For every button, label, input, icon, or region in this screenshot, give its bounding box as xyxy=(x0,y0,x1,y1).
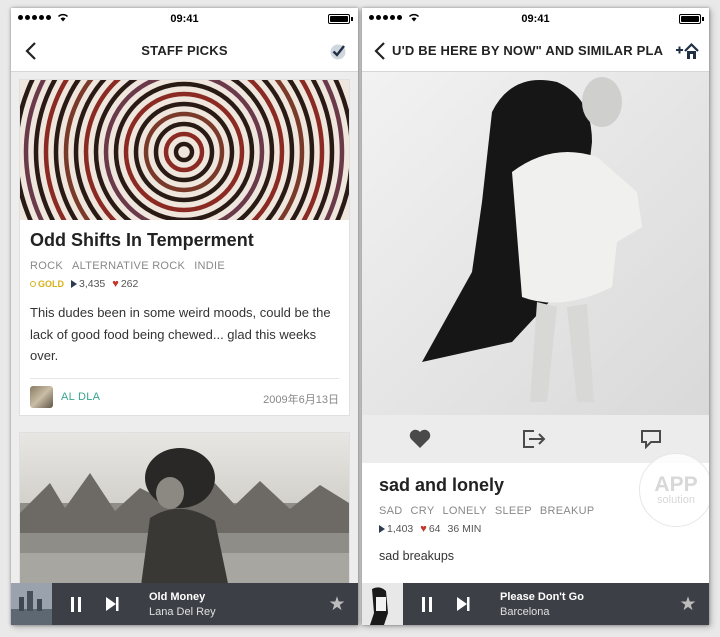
mix-tags: SAD CRY LONELY SLEEP BREAKUP xyxy=(379,505,595,517)
play-count-value: 3,435 xyxy=(79,278,106,290)
mix-cover-image[interactable] xyxy=(20,433,349,583)
mix-author[interactable]: AL DLA xyxy=(30,386,100,408)
mix-tags: ROCK ALTERNATIVE ROCK INDIE xyxy=(30,260,225,272)
gold-icon xyxy=(30,281,36,287)
next-button[interactable] xyxy=(98,590,126,618)
like-count-value: 64 xyxy=(428,523,441,535)
now-playing-artwork[interactable] xyxy=(11,583,52,625)
tag[interactable]: ROCK xyxy=(30,260,63,272)
plus-home-icon[interactable] xyxy=(675,41,699,61)
app-solution-watermark: APP solution xyxy=(639,453,709,527)
mix-cover-image[interactable] xyxy=(362,72,709,415)
nav-bar: STAFF PICKS xyxy=(11,30,358,72)
divider xyxy=(30,378,339,379)
skip-next-icon xyxy=(106,597,119,611)
mix-card[interactable]: Odd Shifts In Temperment ROCK ALTERNATIV… xyxy=(19,79,350,416)
now-playing-song: Please Don't Go xyxy=(500,590,584,603)
watermark-subtext: solution xyxy=(657,494,695,506)
heart-icon xyxy=(409,429,431,448)
check-circle-icon[interactable] xyxy=(328,41,348,61)
chevron-left-icon[interactable] xyxy=(372,40,390,62)
left-phone-screen: 09:41 STAFF PICKS Odd Shifts In Temperme… xyxy=(11,8,358,625)
gold-label: GOLD xyxy=(38,279,64,289)
play-count: 1,403 xyxy=(379,523,413,535)
like-count: ♥ 262 xyxy=(112,278,138,290)
pause-button[interactable] xyxy=(413,590,441,618)
mix-date: 2009年6月13日 xyxy=(263,394,339,406)
action-bar xyxy=(362,415,709,463)
mix-duration: 36 MIN xyxy=(447,523,482,535)
mix-stats: 1,403 ♥ 64 36 MIN xyxy=(379,523,481,535)
battery-icon xyxy=(679,14,704,24)
staff-picks-feed[interactable]: Odd Shifts In Temperment ROCK ALTERNATIV… xyxy=(11,72,358,583)
mix-title: sad and lonely xyxy=(379,475,505,495)
status-time: 09:41 xyxy=(170,13,199,25)
heart-icon: ♥ xyxy=(112,278,119,290)
star-icon[interactable]: ★ xyxy=(322,589,352,619)
now-playing-artwork[interactable] xyxy=(362,583,403,625)
comment-icon xyxy=(641,430,662,449)
tag[interactable]: ALTERNATIVE ROCK xyxy=(72,260,185,272)
tag[interactable]: INDIE xyxy=(194,260,225,272)
battery-icon xyxy=(328,14,353,24)
mix-title[interactable]: Odd Shifts In Temperment xyxy=(30,230,254,251)
heart-icon: ♥ xyxy=(420,523,427,535)
watermark-text: APP xyxy=(654,473,698,496)
comment-button[interactable] xyxy=(636,424,666,454)
mix-description: This dudes been in some weird moods, cou… xyxy=(30,305,331,363)
now-playing-song: Old Money xyxy=(149,590,206,603)
tag[interactable]: SLEEP xyxy=(495,505,532,517)
right-phone-screen: 09:41 U'D BE HERE BY NOW" AND SIMILAR PL… xyxy=(362,8,709,625)
tag[interactable]: LONELY xyxy=(442,505,486,517)
mix-stats: GOLD 3,435 ♥ 262 xyxy=(30,278,138,290)
now-playing-artist: Lana Del Rey xyxy=(149,605,216,618)
nav-bar: U'D BE HERE BY NOW" AND SIMILAR PLA xyxy=(362,30,709,72)
mix-cover-image[interactable] xyxy=(20,80,349,220)
author-name[interactable]: AL DLA xyxy=(61,391,100,403)
status-bar: 09:41 xyxy=(362,8,709,30)
status-time: 09:41 xyxy=(521,13,550,25)
now-playing-artist: Barcelona xyxy=(500,605,550,618)
tag[interactable]: BREAKUP xyxy=(540,505,595,517)
like-button[interactable] xyxy=(405,424,435,454)
now-playing-info[interactable]: Old Money Lana Del Rey xyxy=(149,591,322,618)
now-playing-info[interactable]: Please Don't Go Barcelona xyxy=(500,591,673,618)
play-count-value: 1,403 xyxy=(387,523,414,535)
status-bar: 09:41 xyxy=(11,8,358,30)
mix-card[interactable] xyxy=(19,432,350,583)
avatar[interactable] xyxy=(30,386,53,408)
like-count: ♥ 64 xyxy=(420,523,440,535)
share-icon xyxy=(523,430,546,448)
star-icon[interactable]: ★ xyxy=(673,589,703,619)
like-count-value: 262 xyxy=(120,278,139,290)
share-button[interactable] xyxy=(520,424,550,454)
mini-player[interactable]: Please Don't Go Barcelona ★ xyxy=(362,583,709,625)
mini-player[interactable]: Old Money Lana Del Rey ★ xyxy=(11,583,358,625)
page-title: U'D BE HERE BY NOW" AND SIMILAR PLA xyxy=(392,43,664,58)
skip-next-icon xyxy=(457,597,470,611)
play-icon xyxy=(379,525,385,533)
chevron-left-icon[interactable] xyxy=(23,40,41,62)
play-count: 3,435 xyxy=(71,278,105,290)
tag[interactable]: SAD xyxy=(379,505,403,517)
next-button[interactable] xyxy=(449,590,477,618)
gold-badge: GOLD xyxy=(30,279,64,289)
pause-button[interactable] xyxy=(62,590,90,618)
page-title: STAFF PICKS xyxy=(141,43,228,58)
mix-description: sad breakups xyxy=(379,549,455,563)
tag[interactable]: CRY xyxy=(411,505,435,517)
play-icon xyxy=(71,280,77,288)
